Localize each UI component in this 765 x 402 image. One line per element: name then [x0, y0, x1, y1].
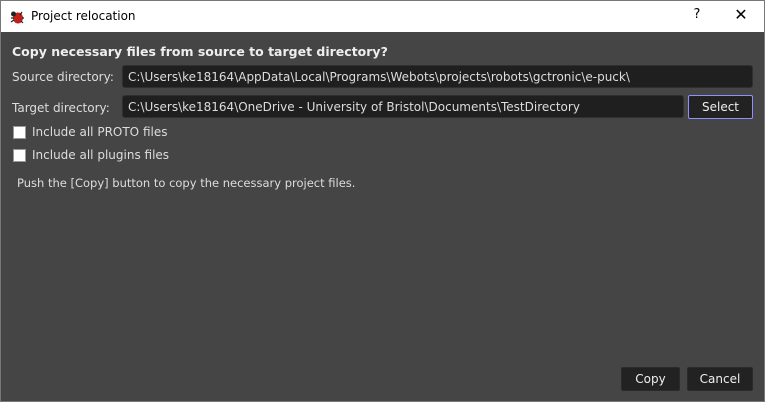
select-button[interactable]: Select	[688, 95, 753, 119]
source-directory-field[interactable]: C:\Users\ke18164\AppData\Local\Programs\…	[122, 65, 753, 88]
dialog-heading: Copy necessary files from source to targ…	[12, 44, 388, 59]
title-bar: Project relocation ? ✕	[1, 1, 764, 32]
include-plugins-checkbox[interactable]	[13, 149, 26, 162]
include-proto-label: Include all PROTO files	[32, 125, 168, 139]
window-title: Project relocation	[31, 9, 136, 23]
target-directory-label: Target directory:	[12, 101, 110, 115]
info-message: Push the [Copy] button to copy the neces…	[17, 176, 356, 190]
cancel-button[interactable]: Cancel	[687, 367, 753, 391]
help-button[interactable]: ?	[683, 7, 711, 27]
include-plugins-label: Include all plugins files	[32, 148, 170, 162]
copy-button[interactable]: Copy	[621, 367, 680, 391]
source-directory-label: Source directory:	[12, 70, 114, 84]
target-directory-field[interactable]: C:\Users\ke18164\OneDrive - University o…	[122, 95, 684, 118]
include-proto-checkbox[interactable]	[13, 126, 26, 139]
close-button[interactable]: ✕	[726, 5, 756, 27]
project-relocation-dialog: Project relocation ? ✕ Copy necessary fi…	[0, 0, 765, 402]
webots-bug-icon	[10, 11, 24, 24]
